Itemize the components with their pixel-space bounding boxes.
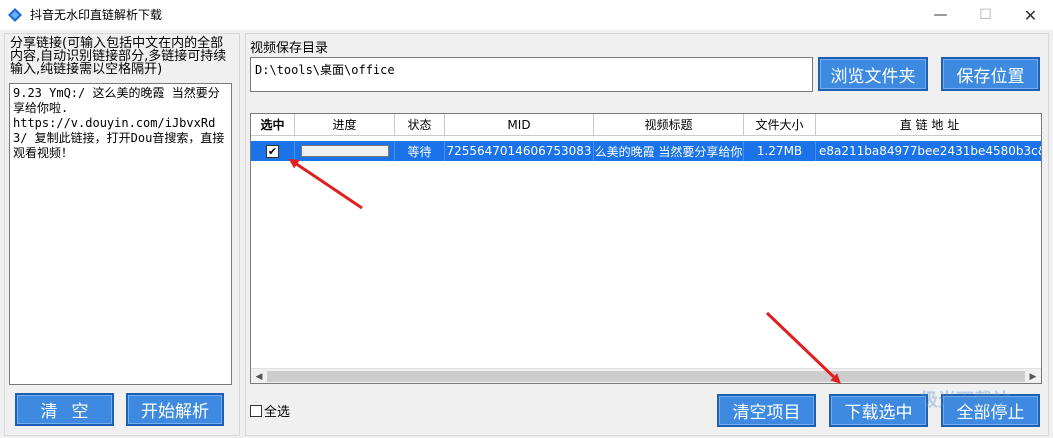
scroll-left-icon[interactable]: ◀ — [253, 370, 265, 383]
share-link-label: 分享链接(可输入包括中文在内的全部内容,自动识别链接部分,多链接可持续输入,纯链… — [10, 36, 227, 77]
horizontal-scrollbar[interactable]: ◀ ▶ — [251, 368, 1041, 383]
save-dir-label: 视频保存目录 — [250, 41, 329, 56]
close-button[interactable]: ✕ — [1008, 0, 1053, 30]
table-row[interactable]: ✔ 等待 7255647014606753083 么美的晚霞 当然要分享给你 1… — [251, 141, 1041, 161]
save-location-button[interactable]: 保存位置 — [941, 57, 1040, 91]
row-size: 1.27MB — [744, 141, 816, 161]
download-selected-button[interactable]: 下载选中 — [829, 394, 928, 427]
row-status: 等待 — [395, 141, 445, 161]
clear-items-button[interactable]: 清空项目 — [717, 394, 816, 427]
column-header-progress[interactable]: 进度 — [295, 114, 395, 136]
column-header-size[interactable]: 文件大小 — [744, 114, 816, 136]
minimize-button[interactable]: — — [918, 0, 963, 30]
column-header-select[interactable]: 选中 — [251, 114, 295, 136]
window-title: 抖音无水印直链解析下载 — [30, 8, 163, 22]
start-parse-button[interactable]: 开始解析 — [126, 393, 224, 426]
select-all-control[interactable]: 全选 — [250, 401, 290, 420]
select-all-checkbox[interactable] — [250, 404, 262, 417]
title-bar: 抖音无水印直链解析下载 — ☐ ✕ — [0, 0, 1053, 30]
row-progress-cell — [295, 141, 395, 161]
select-all-label[interactable]: 全选 — [264, 401, 290, 420]
column-header-status[interactable]: 状态 — [395, 114, 445, 136]
column-header-title[interactable]: 视频标题 — [594, 114, 744, 136]
row-progress-bar — [300, 145, 389, 157]
scrollbar-thumb[interactable] — [267, 371, 1025, 382]
row-select-checkbox[interactable]: ✔ — [266, 144, 279, 158]
row-title: 么美的晚霞 当然要分享给你 — [594, 141, 744, 161]
row-select-cell[interactable]: ✔ — [251, 141, 295, 161]
save-dir-input[interactable]: D:\tools\桌面\office — [250, 57, 813, 92]
watermark-text: 极光下载站 — [920, 390, 1010, 411]
table-header: 选中 进度 状态 MID 视频标题 文件大小 直 链 地 址 — [251, 114, 1041, 136]
row-url: e8a211ba84977bee2431be4580b3c&s — [816, 141, 1041, 161]
browse-folder-button[interactable]: 浏览文件夹 — [818, 57, 928, 91]
video-table: 选中 进度 状态 MID 视频标题 文件大小 直 链 地 址 ✔ 等待 7255… — [250, 113, 1042, 384]
scroll-right-icon[interactable]: ▶ — [1027, 370, 1039, 383]
column-header-url[interactable]: 直 链 地 址 — [816, 114, 1041, 136]
row-mid: 7255647014606753083 — [445, 141, 594, 161]
app-logo-icon — [8, 8, 22, 22]
share-link-textarea[interactable]: 9.23 YmQ:/ 这么美的晚霞 当然要分享给你啦. https://v.do… — [9, 83, 232, 385]
clear-button[interactable]: 清空 — [15, 393, 114, 426]
maximize-button[interactable]: ☐ — [963, 0, 1008, 30]
column-header-mid[interactable]: MID — [445, 114, 594, 136]
